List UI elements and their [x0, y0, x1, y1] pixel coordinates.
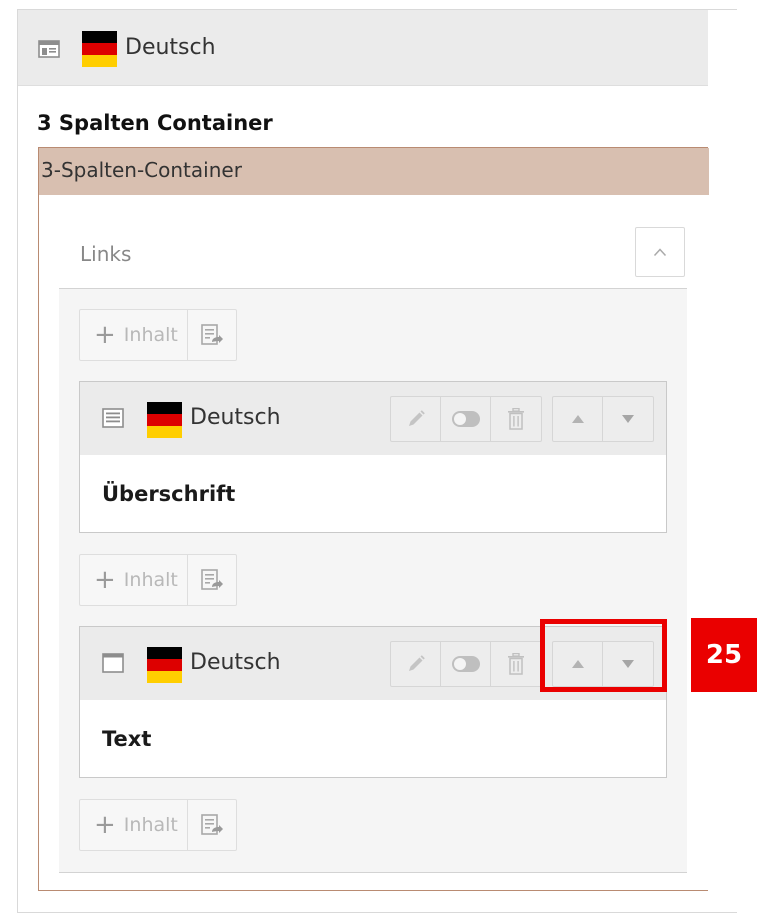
trash-icon [507, 408, 525, 430]
plus-icon: + [94, 320, 116, 350]
arrow-up-icon [571, 414, 585, 424]
paste-icon [200, 813, 224, 837]
element-language-label: Deutsch [190, 405, 281, 430]
paste-icon [200, 323, 224, 347]
element-language-label: Deutsch [190, 650, 281, 675]
page-title: 3 Spalten Container [37, 111, 273, 135]
german-flag-icon [147, 402, 182, 442]
hide-toggle-button[interactable] [441, 642, 491, 686]
new-content-label: Inhalt [123, 569, 178, 591]
move-up-button[interactable] [553, 397, 603, 441]
column-label: Links [80, 242, 132, 266]
delete-button[interactable] [491, 642, 541, 686]
delete-button[interactable] [491, 397, 541, 441]
grid-container-header: 3-Spalten-Container [39, 148, 709, 195]
german-flag-icon [147, 647, 182, 687]
plus-icon: + [94, 810, 116, 840]
toggle-icon [452, 656, 480, 672]
element-content-preview: Überschrift [102, 482, 236, 506]
new-content-group: + Inhalt [79, 309, 237, 361]
new-content-group: + Inhalt [79, 554, 237, 606]
annotation-badge: 25 [691, 618, 757, 692]
toggle-icon [452, 411, 480, 427]
content-element-header: Deutsch [80, 382, 666, 455]
chevron-up-icon [653, 248, 667, 257]
element-actions [390, 641, 542, 687]
new-content-button[interactable]: + Inhalt [80, 555, 188, 605]
content-element: Deutsch [79, 381, 667, 533]
page-header: Deutsch [18, 10, 708, 86]
collapse-column-button[interactable] [635, 227, 685, 277]
new-content-label: Inhalt [123, 324, 178, 346]
new-content-label: Inhalt [123, 814, 178, 836]
hide-toggle-button[interactable] [441, 397, 491, 441]
move-down-button[interactable] [603, 397, 653, 441]
paste-button[interactable] [188, 555, 236, 605]
trash-icon [507, 653, 525, 675]
edit-button[interactable] [391, 397, 441, 441]
paste-icon [200, 568, 224, 592]
new-content-group: + Inhalt [79, 799, 237, 851]
german-flag-icon [82, 31, 117, 71]
header-content-icon [102, 408, 124, 432]
pencil-icon [406, 654, 426, 674]
new-content-button[interactable]: + Inhalt [80, 310, 188, 360]
page-content-container: Deutsch 3 Spalten Container 3-Spalten-Co… [17, 9, 737, 913]
plus-icon: + [94, 565, 116, 595]
element-actions [390, 396, 542, 442]
text-content-icon [102, 653, 124, 677]
arrow-down-icon [621, 414, 635, 424]
move-actions [552, 396, 654, 442]
pencil-icon [406, 409, 426, 429]
grid-container-title: 3-Spalten-Container [41, 158, 242, 182]
annotation-highlight-box [540, 619, 667, 692]
edit-button[interactable] [391, 642, 441, 686]
page-layout-icon [38, 40, 60, 62]
column-body: + Inhalt Deutsch Überschrift + Inhalt De… [59, 288, 687, 873]
paste-button[interactable] [188, 310, 236, 360]
new-content-button[interactable]: + Inhalt [80, 800, 188, 850]
element-content-preview: Text [102, 727, 152, 751]
paste-button[interactable] [188, 800, 236, 850]
page-language-label: Deutsch [125, 35, 216, 60]
grid-container: 3-Spalten-Container Links + Inhalt Deuts… [38, 147, 709, 891]
